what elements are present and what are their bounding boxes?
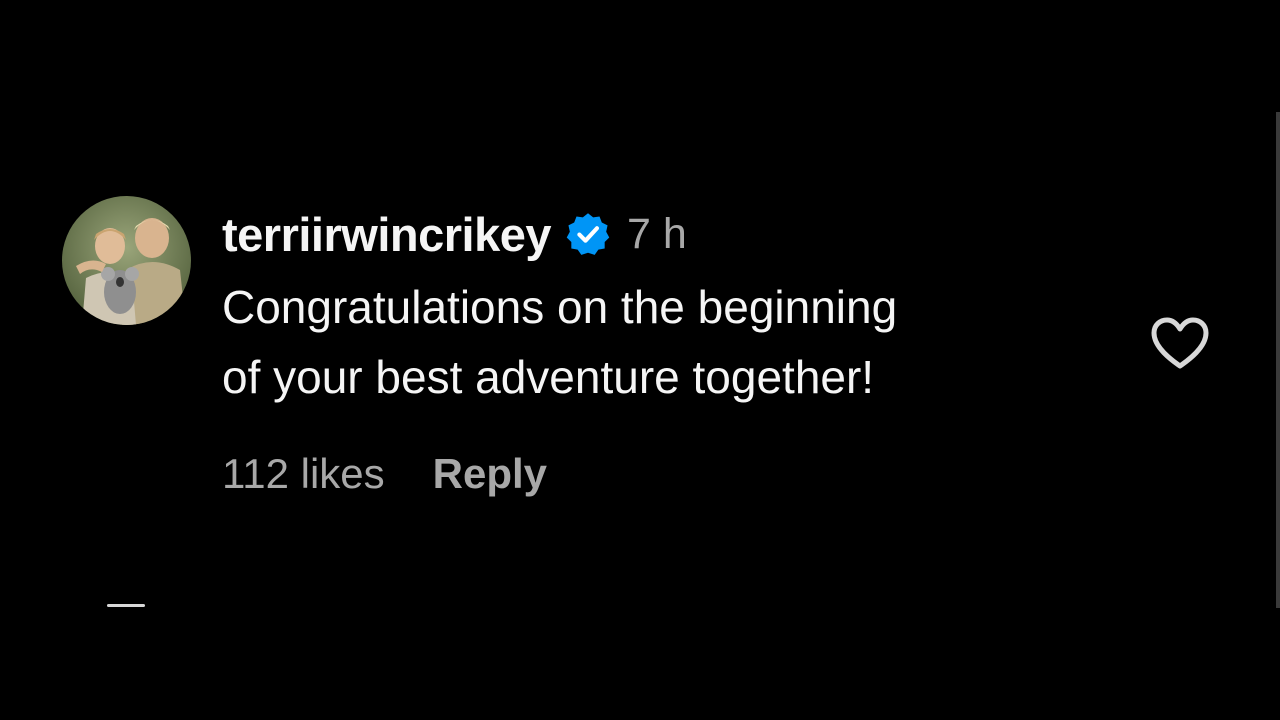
divider [107, 604, 145, 607]
comment-actions: 112 likes Reply [222, 450, 1082, 498]
comment-text: Congratulations on the beginning of your… [222, 272, 1082, 412]
likes-count[interactable]: 112 likes [222, 450, 385, 498]
heart-outline-icon[interactable] [1148, 314, 1212, 374]
reply-button[interactable]: Reply [433, 450, 547, 498]
comment-text-line: Congratulations on the beginning [222, 281, 898, 333]
comment-header: terriirwincrikey 7 h [222, 204, 1082, 264]
comment-body: terriirwincrikey 7 h Congratulations on … [222, 204, 1082, 498]
profile-photo [62, 196, 191, 325]
username-link[interactable]: terriirwincrikey [222, 207, 552, 262]
avatar[interactable] [62, 196, 191, 325]
verified-badge-icon [565, 211, 611, 257]
timestamp[interactable]: 7 h [627, 210, 687, 259]
comment-text-line: of your best adventure together! [222, 351, 875, 403]
scrollbar-track[interactable] [1276, 112, 1280, 608]
comment: terriirwincrikey 7 h Congratulations on … [62, 196, 1222, 526]
